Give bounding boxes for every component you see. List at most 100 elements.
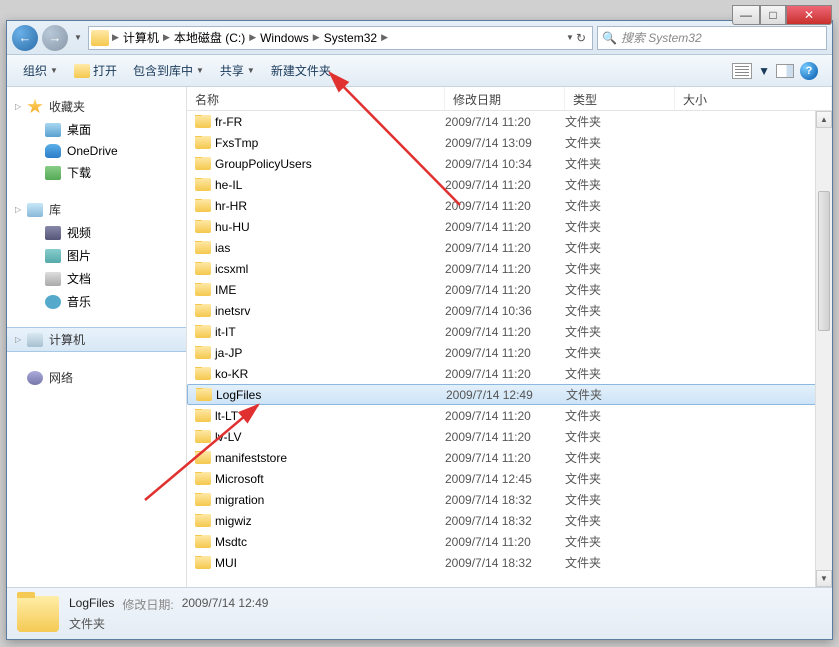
file-list[interactable]: fr-FR2009/7/14 11:20文件夹FxsTmp2009/7/14 1… bbox=[187, 111, 832, 587]
file-type: 文件夹 bbox=[565, 428, 675, 445]
scroll-down-button[interactable]: ▼ bbox=[816, 570, 832, 587]
file-type: 文件夹 bbox=[565, 302, 675, 319]
sidebar-network-header[interactable]: 网络 bbox=[7, 366, 186, 389]
file-name: ja-JP bbox=[215, 346, 242, 360]
sidebar-favorites-header[interactable]: ▷收藏夹 bbox=[7, 95, 186, 118]
column-header-size[interactable]: 大小 bbox=[675, 87, 832, 110]
file-row[interactable]: it-IT2009/7/14 11:20文件夹 bbox=[187, 321, 832, 342]
file-row[interactable]: GroupPolicyUsers2009/7/14 10:34文件夹 bbox=[187, 153, 832, 174]
file-type: 文件夹 bbox=[565, 113, 675, 130]
search-icon: 🔍 bbox=[602, 31, 617, 45]
file-date: 2009/7/14 11:20 bbox=[445, 409, 565, 423]
file-type: 文件夹 bbox=[565, 554, 675, 571]
share-menu[interactable]: 共享▼ bbox=[212, 60, 263, 81]
file-date: 2009/7/14 11:20 bbox=[445, 346, 565, 360]
file-row[interactable]: LogFiles2009/7/14 12:49文件夹 bbox=[187, 384, 832, 405]
sidebar-item-downloads[interactable]: 下载 bbox=[7, 161, 186, 184]
scroll-thumb[interactable] bbox=[818, 191, 830, 331]
search-input[interactable]: 🔍 搜索 System32 bbox=[597, 26, 827, 50]
window-controls: — □ ✕ bbox=[732, 5, 832, 25]
expand-icon[interactable]: ▷ bbox=[15, 205, 21, 214]
sidebar-libraries-header[interactable]: ▷库 bbox=[7, 198, 186, 221]
file-type: 文件夹 bbox=[565, 344, 675, 361]
breadcrumb-segment[interactable]: Windows bbox=[257, 31, 312, 45]
sidebar-item-documents[interactable]: 文档 bbox=[7, 267, 186, 290]
column-header-date[interactable]: 修改日期 bbox=[445, 87, 565, 110]
sidebar-computer-header[interactable]: ▷计算机 bbox=[7, 327, 186, 352]
breadcrumb[interactable]: ▶ 计算机 ▶ 本地磁盘 (C:) ▶ Windows ▶ System32 ▶… bbox=[88, 26, 593, 50]
file-type: 文件夹 bbox=[565, 155, 675, 172]
file-row[interactable]: migwiz2009/7/14 18:32文件夹 bbox=[187, 510, 832, 531]
file-row[interactable]: migration2009/7/14 18:32文件夹 bbox=[187, 489, 832, 510]
file-row[interactable]: ko-KR2009/7/14 11:20文件夹 bbox=[187, 363, 832, 384]
file-row[interactable]: ias2009/7/14 11:20文件夹 bbox=[187, 237, 832, 258]
file-name: migwiz bbox=[215, 514, 252, 528]
file-date: 2009/7/14 10:36 bbox=[445, 304, 565, 318]
newfolder-button[interactable]: 新建文件夹 bbox=[263, 60, 339, 81]
breadcrumb-segment[interactable]: 计算机 bbox=[120, 29, 162, 46]
column-header-name[interactable]: 名称 bbox=[187, 87, 445, 110]
chevron-down-icon: ▼ bbox=[50, 66, 58, 75]
file-row[interactable]: FxsTmp2009/7/14 13:09文件夹 bbox=[187, 132, 832, 153]
chevron-right-icon[interactable]: ▶ bbox=[248, 32, 257, 43]
breadcrumb-segment[interactable]: System32 bbox=[321, 31, 380, 45]
column-header-type[interactable]: 类型 bbox=[565, 87, 675, 110]
file-type: 文件夹 bbox=[565, 365, 675, 382]
organize-menu[interactable]: 组织▼ bbox=[15, 60, 66, 81]
forward-button[interactable]: → bbox=[42, 25, 68, 51]
expand-icon[interactable]: ▷ bbox=[15, 102, 21, 111]
document-icon bbox=[45, 272, 61, 286]
minimize-button[interactable]: — bbox=[732, 5, 760, 25]
chevron-right-icon[interactable]: ▶ bbox=[312, 32, 321, 43]
expand-icon[interactable]: ▷ bbox=[15, 335, 21, 344]
help-icon[interactable]: ? bbox=[800, 62, 818, 80]
folder-icon bbox=[91, 30, 109, 46]
file-row[interactable]: IME2009/7/14 11:20文件夹 bbox=[187, 279, 832, 300]
chevron-down-icon: ▼ bbox=[247, 66, 255, 75]
file-row[interactable]: lt-LT2009/7/14 11:20文件夹 bbox=[187, 405, 832, 426]
file-row[interactable]: ja-JP 2009/7/14 11:20文件夹 bbox=[187, 342, 832, 363]
file-row[interactable]: lv-LV2009/7/14 11:20文件夹 bbox=[187, 426, 832, 447]
maximize-button[interactable]: □ bbox=[760, 5, 786, 25]
nav-history-dropdown[interactable]: ▼ bbox=[72, 29, 84, 47]
back-button[interactable]: ← bbox=[12, 25, 38, 51]
preview-pane-button[interactable] bbox=[776, 64, 794, 78]
breadcrumb-segment[interactable]: 本地磁盘 (C:) bbox=[171, 29, 248, 46]
library-icon bbox=[27, 203, 43, 217]
file-row[interactable]: hu-HU2009/7/14 11:20文件夹 bbox=[187, 216, 832, 237]
chevron-right-icon[interactable]: ▶ bbox=[162, 32, 171, 43]
open-button[interactable]: 打开 bbox=[66, 60, 125, 81]
refresh-icon[interactable]: ↻ bbox=[576, 31, 586, 45]
file-type: 文件夹 bbox=[565, 134, 675, 151]
file-row[interactable]: Microsoft2009/7/14 12:45文件夹 bbox=[187, 468, 832, 489]
file-type: 文件夹 bbox=[565, 281, 675, 298]
file-row[interactable]: Msdtc2009/7/14 11:20文件夹 bbox=[187, 531, 832, 552]
file-type: 文件夹 bbox=[565, 176, 675, 193]
sidebar-item-videos[interactable]: 视频 bbox=[7, 221, 186, 244]
music-icon bbox=[45, 295, 61, 309]
file-row[interactable]: inetsrv2009/7/14 10:36文件夹 bbox=[187, 300, 832, 321]
chevron-down-icon[interactable]: ▼ bbox=[566, 33, 574, 42]
folder-icon bbox=[196, 388, 212, 401]
file-row[interactable]: fr-FR2009/7/14 11:20文件夹 bbox=[187, 111, 832, 132]
close-button[interactable]: ✕ bbox=[786, 5, 832, 25]
file-row[interactable]: manifeststore2009/7/14 11:20文件夹 bbox=[187, 447, 832, 468]
include-menu[interactable]: 包含到库中▼ bbox=[125, 60, 212, 81]
folder-icon bbox=[195, 346, 211, 359]
file-date: 2009/7/14 10:34 bbox=[445, 157, 565, 171]
file-row[interactable]: icsxml2009/7/14 11:20文件夹 bbox=[187, 258, 832, 279]
chevron-down-icon[interactable]: ▼ bbox=[758, 64, 770, 78]
vertical-scrollbar[interactable]: ▲ ▼ bbox=[815, 111, 832, 587]
file-row[interactable]: he-IL2009/7/14 11:20文件夹 bbox=[187, 174, 832, 195]
sidebar-item-pictures[interactable]: 图片 bbox=[7, 244, 186, 267]
folder-icon bbox=[195, 451, 211, 464]
file-row[interactable]: hr-HR2009/7/14 11:20文件夹 bbox=[187, 195, 832, 216]
chevron-right-icon[interactable]: ▶ bbox=[380, 32, 389, 43]
scroll-up-button[interactable]: ▲ bbox=[816, 111, 832, 128]
view-mode-button[interactable] bbox=[732, 63, 752, 79]
sidebar-item-desktop[interactable]: 桌面 bbox=[7, 118, 186, 141]
sidebar-item-music[interactable]: 音乐 bbox=[7, 290, 186, 313]
chevron-right-icon[interactable]: ▶ bbox=[111, 32, 120, 43]
sidebar-item-onedrive[interactable]: OneDrive bbox=[7, 141, 186, 161]
file-row[interactable]: MUI2009/7/14 18:32文件夹 bbox=[187, 552, 832, 573]
